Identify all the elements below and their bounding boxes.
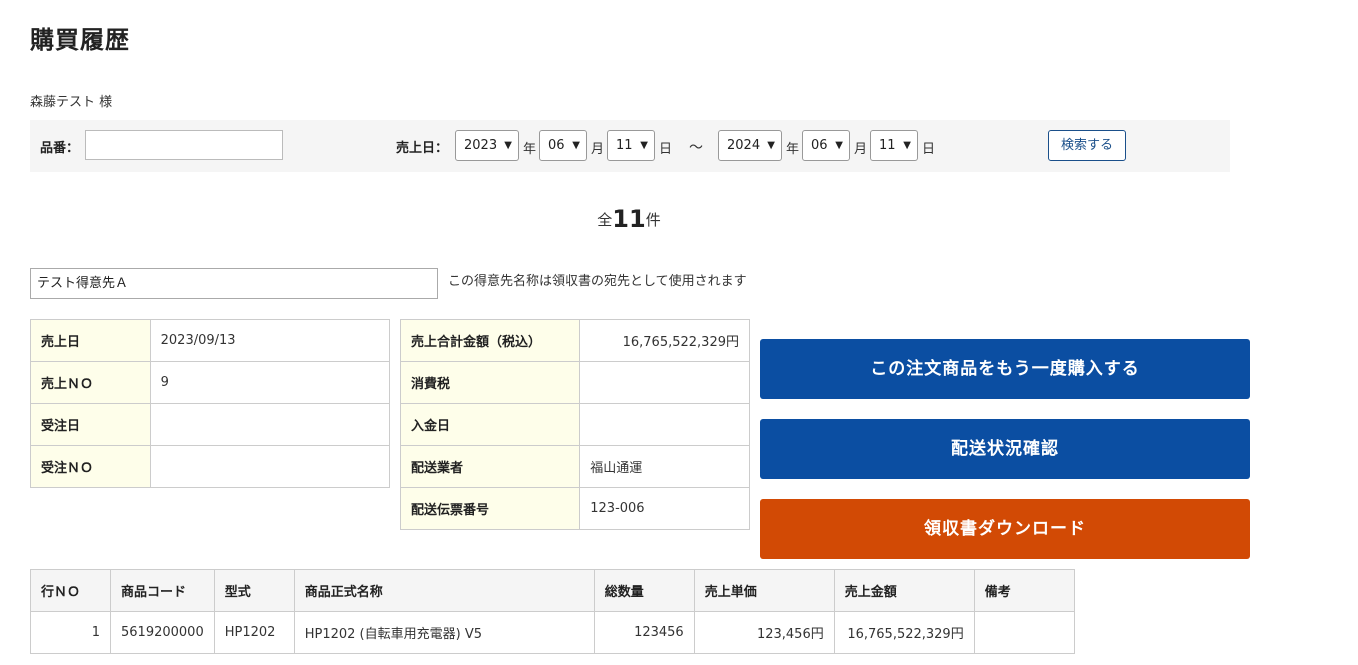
order-info-left-table: 売上日 2023/09/13 売上ＮＯ 9 受注日 受注ＮＯ <box>30 319 391 488</box>
quantity-cell: 123456 <box>593 611 695 654</box>
chevron-down-icon: ▼ <box>504 140 512 151</box>
from-month-value: 06 <box>548 138 565 153</box>
shipping-status-button[interactable]: 配送状況確認 <box>760 419 1250 479</box>
info-value: 9 <box>149 361 391 404</box>
table-row: 売上ＮＯ 9 <box>30 361 391 404</box>
table-row: 配送業者 福山通運 <box>399 445 750 488</box>
sales-date-label: 売上日： <box>396 141 449 156</box>
total-count: 全11件 <box>0 205 1258 233</box>
column-header: 備考 <box>973 569 1075 612</box>
table-header-row: 行ＮＯ 商品コード 型式 商品正式名称 総数量 売上単価 売上金額 備考 <box>30 569 1075 612</box>
column-header: 型式 <box>213 569 295 612</box>
from-day-unit: 日 <box>659 142 673 157</box>
to-day-select[interactable]: 11 ▼ <box>870 130 918 161</box>
total-number: 11 <box>612 205 646 233</box>
table-row: 1 5619200000 HP1202 HP1202 (自転車用充電器) V5 … <box>30 611 1075 654</box>
total-suffix: 件 <box>645 211 661 229</box>
info-value: 2023/09/13 <box>149 319 391 362</box>
model-cell: HP1202 <box>213 611 295 654</box>
column-header: 商品正式名称 <box>293 569 595 612</box>
column-header: 売上金額 <box>833 569 975 612</box>
column-header: 商品コード <box>110 569 215 612</box>
order-info-right-table: 売上合計金額（税込） 16,765,522,329円 消費税 入金日 配送業者 福山… <box>399 319 750 530</box>
info-label: 配送伝票番号 <box>399 487 581 530</box>
unit-price-cell: 123,456円 <box>693 611 835 654</box>
info-value: 123-006 <box>579 487 750 530</box>
chevron-down-icon: ▼ <box>640 140 648 151</box>
table-row: 売上合計金額（税込） 16,765,522,329円 <box>399 319 750 362</box>
from-month-select[interactable]: 06 ▼ <box>539 130 587 161</box>
to-month-select[interactable]: 06 ▼ <box>802 130 850 161</box>
info-label: 入金日 <box>399 403 581 446</box>
product-code-cell: 5619200000 <box>110 611 215 654</box>
column-header: 総数量 <box>593 569 695 612</box>
recipient-note: この得意先名称は領収書の宛先として使用されます <box>448 274 747 289</box>
from-year-unit: 年 <box>523 142 537 157</box>
info-label: 配送業者 <box>399 445 581 488</box>
to-year-select[interactable]: 2024 ▼ <box>718 130 782 161</box>
info-label: 消費税 <box>399 361 581 404</box>
total-prefix: 全 <box>597 211 613 229</box>
info-value <box>579 361 750 404</box>
info-value: 16,765,522,329円 <box>579 319 750 362</box>
to-month-unit: 月 <box>854 142 868 157</box>
remarks-cell <box>973 611 1075 654</box>
part-no-input[interactable] <box>85 130 283 160</box>
info-label: 受注ＮＯ <box>30 445 151 488</box>
row-no-cell: 1 <box>30 611 111 654</box>
info-value <box>149 445 391 488</box>
info-value <box>149 403 391 446</box>
chevron-down-icon: ▼ <box>835 140 843 151</box>
customer-name: 森藤テスト 様 <box>30 95 113 110</box>
order-items-table: 行ＮＯ 商品コード 型式 商品正式名称 総数量 売上単価 売上金額 備考 1 5… <box>30 569 1075 654</box>
from-day-select[interactable]: 11 ▼ <box>607 130 655 161</box>
column-header: 行ＮＯ <box>30 569 111 612</box>
table-row: 配送伝票番号 123-006 <box>399 487 750 530</box>
to-year-value: 2024 <box>727 138 761 153</box>
page-title: 購買履歴 <box>30 26 130 54</box>
table-row: 入金日 <box>399 403 750 446</box>
product-name-cell: HP1202 (自転車用充電器) V5 <box>293 611 595 654</box>
table-row: 売上日 2023/09/13 <box>30 319 391 362</box>
table-row: 消費税 <box>399 361 750 404</box>
table-row: 受注ＮＯ <box>30 445 391 488</box>
info-value <box>579 403 750 446</box>
chevron-down-icon: ▼ <box>767 140 775 151</box>
info-label: 売上合計金額（税込） <box>399 319 581 362</box>
info-label: 受注日 <box>30 403 151 446</box>
to-year-unit: 年 <box>786 142 800 157</box>
receipt-download-button[interactable]: 領収書ダウンロード <box>760 499 1250 559</box>
recipient-name-input[interactable]: テスト得意先Ａ <box>30 268 438 299</box>
to-day-value: 11 <box>879 138 896 153</box>
to-day-unit: 日 <box>922 142 936 157</box>
from-year-value: 2023 <box>464 138 498 153</box>
reorder-button[interactable]: この注文商品をもう一度購入する <box>760 339 1250 399</box>
info-value: 福山通運 <box>579 445 750 488</box>
info-label: 売上ＮＯ <box>30 361 151 404</box>
search-bar: 品番： 売上日： 2023 ▼ 年 06 ▼ 月 11 ▼ 日 〜 2024 ▼ 年 0… <box>30 120 1230 172</box>
search-button[interactable]: 検索する <box>1048 130 1126 161</box>
table-row: 受注日 <box>30 403 391 446</box>
part-no-label: 品番： <box>40 141 80 156</box>
from-month-unit: 月 <box>591 142 605 157</box>
range-separator: 〜 <box>689 140 703 156</box>
column-header: 売上単価 <box>693 569 835 612</box>
info-label: 売上日 <box>30 319 151 362</box>
chevron-down-icon: ▼ <box>903 140 911 151</box>
from-year-select[interactable]: 2023 ▼ <box>455 130 519 161</box>
from-day-value: 11 <box>616 138 633 153</box>
to-month-value: 06 <box>811 138 828 153</box>
amount-cell: 16,765,522,329円 <box>833 611 975 654</box>
chevron-down-icon: ▼ <box>572 140 580 151</box>
